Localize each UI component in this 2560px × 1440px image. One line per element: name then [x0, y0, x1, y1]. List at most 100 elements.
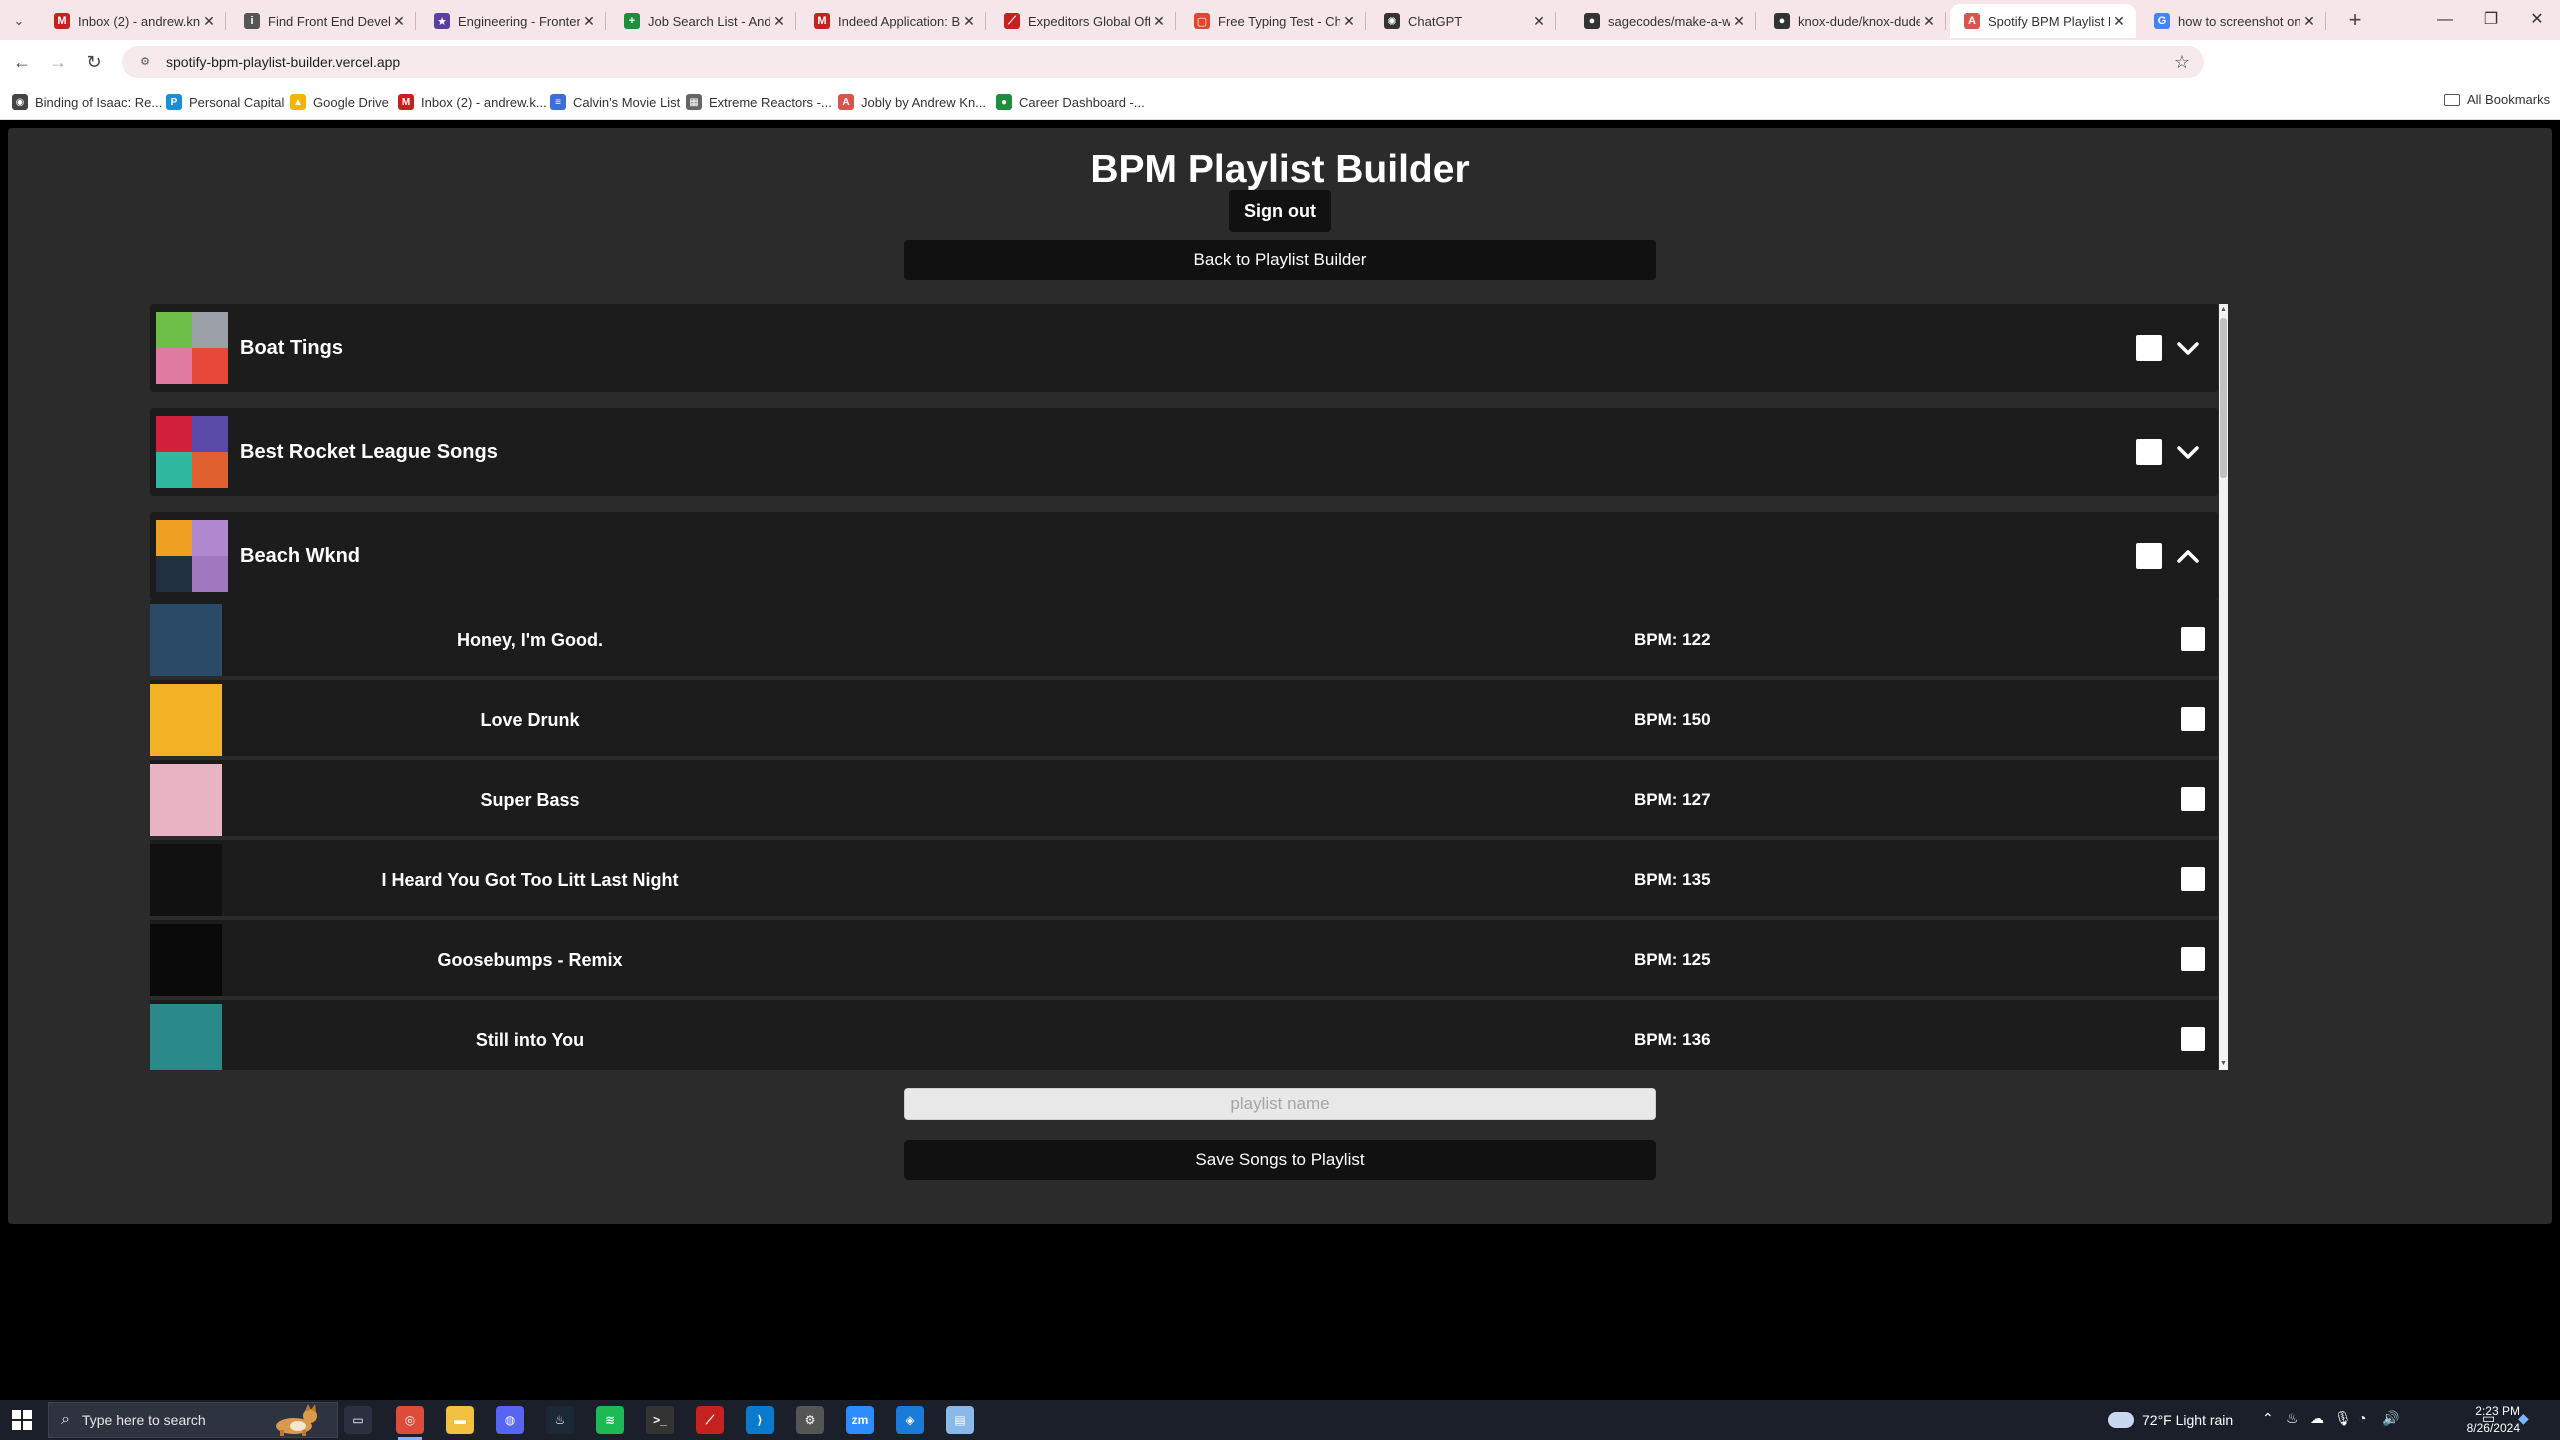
close-tab-icon[interactable]: ✕ — [200, 13, 218, 30]
weather-text[interactable]: 72°F Light rain — [2142, 1412, 2233, 1428]
browser-tab[interactable]: ⟋ Expeditors Global Office✕ — [990, 4, 1176, 38]
cloud-rain-icon — [2108, 1412, 2134, 1428]
playlist-row[interactable]: Beach Wknd — [150, 512, 2218, 600]
song-checkbox[interactable] — [2181, 707, 2205, 731]
terminal-icon[interactable]: >_ — [646, 1406, 674, 1434]
song-checkbox[interactable] — [2181, 947, 2205, 971]
restore-icon[interactable]: ❐ — [2468, 0, 2514, 40]
close-tab-icon[interactable]: ✕ — [580, 13, 598, 30]
browser-tab[interactable]: i Find Front End Developer✕ — [230, 4, 416, 38]
song-checkbox[interactable] — [2181, 627, 2205, 651]
zoom-icon[interactable]: zm — [846, 1406, 874, 1434]
file-explorer-icon[interactable]: ▬ — [446, 1406, 474, 1434]
app-red-icon[interactable]: ⟋ — [696, 1406, 724, 1434]
vscode-icon[interactable]: ⟩ — [746, 1406, 774, 1434]
playlist-checkbox[interactable] — [2136, 335, 2162, 361]
windows-start-icon[interactable] — [12, 1410, 32, 1430]
chevron-up-icon[interactable] — [2174, 542, 2202, 570]
bookmark-item[interactable]: P Personal Capital — [166, 92, 284, 112]
address-bar[interactable]: ⚙ spotify-bpm-playlist-builder.vercel.ap… — [122, 46, 2204, 78]
browser-tab[interactable]: M Indeed Application: Br ✕ — [800, 4, 986, 38]
scrollbar-thumb[interactable] — [2220, 318, 2227, 478]
microphone-icon[interactable]: 🎙 — [2334, 1410, 2352, 1427]
chevron-down-icon[interactable] — [2174, 438, 2202, 466]
song-row[interactable]: Super Bass BPM: 127 — [150, 760, 2218, 836]
save-songs-button[interactable]: Save Songs to Playlist — [904, 1140, 1656, 1180]
browser-tab[interactable]: Ghow to screenshot on ✕ — [2140, 4, 2326, 38]
back-to-builder-button[interactable]: Back to Playlist Builder — [904, 240, 1656, 280]
onedrive-icon[interactable]: ☁ — [2310, 1410, 2324, 1427]
back-arrow-icon[interactable]: ← — [8, 48, 36, 76]
steam-tray-icon[interactable]: ♨ — [2286, 1410, 2299, 1427]
browser-tab[interactable]: ● sagecodes/make-a-wish✕ — [1570, 4, 1756, 38]
network-icon[interactable]: ◔ — [2358, 1410, 2366, 1426]
song-row[interactable]: I Heard You Got Too Litt Last Night BPM: … — [150, 840, 2218, 916]
browser-tab[interactable]: + Job Search List - Andrew✕ — [610, 4, 796, 38]
tab-search-icon[interactable]: ⌄ — [6, 8, 32, 34]
bookmark-item[interactable]: ◉ Binding of Isaac: Re... — [12, 92, 162, 112]
spotify-icon[interactable]: ≋ — [596, 1406, 624, 1434]
new-tab-icon[interactable]: + — [2342, 8, 2368, 34]
close-tab-icon[interactable]: ✕ — [2300, 13, 2318, 30]
song-row[interactable]: Goosebumps - Remix BPM: 125 — [150, 920, 2218, 996]
browser-tab[interactable]: ★ Engineering - Frontend ✕ — [420, 4, 606, 38]
clock[interactable]: 2:23 PM 8/26/2024 — [2440, 1403, 2520, 1437]
browser-tab[interactable]: ▢ Free Typing Test - Check✕ — [1180, 4, 1366, 38]
browser-tab[interactable]: ✺ ChatGPT ✕ — [1370, 4, 1556, 38]
site-info-icon[interactable]: ⚙ — [136, 53, 154, 71]
bookmark-item[interactable]: ≡ Calvin's Movie List — [550, 92, 680, 112]
close-tab-icon[interactable]: ✕ — [390, 13, 408, 30]
bookmark-item[interactable]: ▲ Google Drive — [290, 92, 389, 112]
sign-out-button[interactable]: Sign out — [1229, 190, 1331, 232]
playlist-row[interactable]: Best Rocket League Songs — [150, 408, 2218, 496]
playlist-name: Beach Wknd — [240, 545, 361, 567]
song-row[interactable]: Still into You BPM: 136 — [150, 1000, 2218, 1070]
bookmark-item[interactable]: ● Career Dashboard -... — [996, 92, 1145, 112]
task-view-icon[interactable]: ▭ — [344, 1406, 372, 1434]
playlist-checkbox[interactable] — [2136, 439, 2162, 465]
browser-tab[interactable]: A Spotify BPM Playlist Bu✕ — [1950, 4, 2136, 38]
close-tab-icon[interactable]: ✕ — [1150, 13, 1168, 30]
all-bookmarks-button[interactable]: All Bookmarks — [2444, 92, 2550, 107]
playlist-row[interactable]: Boat Tings — [150, 304, 2218, 392]
song-row[interactable]: Honey, I'm Good. BPM: 122 — [150, 600, 2218, 676]
notifications-icon[interactable]: ▭ — [2482, 1410, 2495, 1427]
playlist-name-input[interactable] — [904, 1088, 1656, 1120]
chevron-down-icon[interactable] — [2174, 334, 2202, 362]
close-tab-icon[interactable]: ✕ — [2110, 13, 2128, 30]
scroll-up-icon[interactable]: ▲ — [2219, 304, 2228, 316]
close-tab-icon[interactable]: ✕ — [1530, 13, 1548, 30]
song-checkbox[interactable] — [2181, 1027, 2205, 1051]
chrome-icon[interactable]: ◎ — [396, 1406, 424, 1440]
bookmark-item[interactable]: A Jobly by Andrew Kn... — [838, 92, 986, 112]
azure-icon[interactable]: ◈ — [896, 1406, 924, 1434]
discord-icon[interactable]: ◍ — [496, 1406, 524, 1434]
close-tab-icon[interactable]: ✕ — [770, 13, 788, 30]
close-window-icon[interactable]: ✕ — [2514, 0, 2560, 40]
notepad-icon[interactable]: ▤ — [946, 1406, 974, 1434]
forward-arrow-icon[interactable]: → — [44, 48, 72, 76]
steam-icon[interactable]: ♨ — [546, 1406, 574, 1434]
close-tab-icon[interactable]: ✕ — [960, 13, 978, 30]
browser-tab[interactable]: ● knox-dude/knox-dude ✕ — [1760, 4, 1946, 38]
bookmark-star-icon[interactable]: ☆ — [2174, 52, 2190, 73]
scroll-down-icon[interactable]: ▼ — [2219, 1058, 2228, 1070]
minimize-icon[interactable]: — — [2422, 0, 2468, 40]
bookmark-item[interactable]: M Inbox (2) - andrew.k... — [398, 92, 547, 112]
song-checkbox[interactable] — [2181, 787, 2205, 811]
song-row[interactable]: Love Drunk BPM: 150 — [150, 680, 2218, 756]
news-widget-icon[interactable]: ◆ — [2518, 1410, 2529, 1427]
close-tab-icon[interactable]: ✕ — [1920, 13, 1938, 30]
settings-icon[interactable]: ⚙ — [796, 1406, 824, 1434]
playlist-checkbox[interactable] — [2136, 543, 2162, 569]
reload-icon[interactable]: ↻ — [80, 48, 108, 76]
close-tab-icon[interactable]: ✕ — [1340, 13, 1358, 30]
scrollbar[interactable]: ▲ ▼ — [2219, 304, 2228, 1070]
song-checkbox[interactable] — [2181, 867, 2205, 891]
volume-icon[interactable]: 🔊 — [2382, 1410, 2399, 1427]
chevron-up-icon[interactable]: ⌃ — [2262, 1410, 2274, 1427]
browser-tab[interactable]: M Inbox (2) - andrew.knox✕ — [40, 4, 226, 38]
close-tab-icon[interactable]: ✕ — [1730, 13, 1748, 30]
playlist-list[interactable]: Boat Tings Best Rocket League Songs Beach … — [142, 304, 2228, 1070]
bookmark-item[interactable]: ▦ Extreme Reactors -... — [686, 92, 832, 112]
